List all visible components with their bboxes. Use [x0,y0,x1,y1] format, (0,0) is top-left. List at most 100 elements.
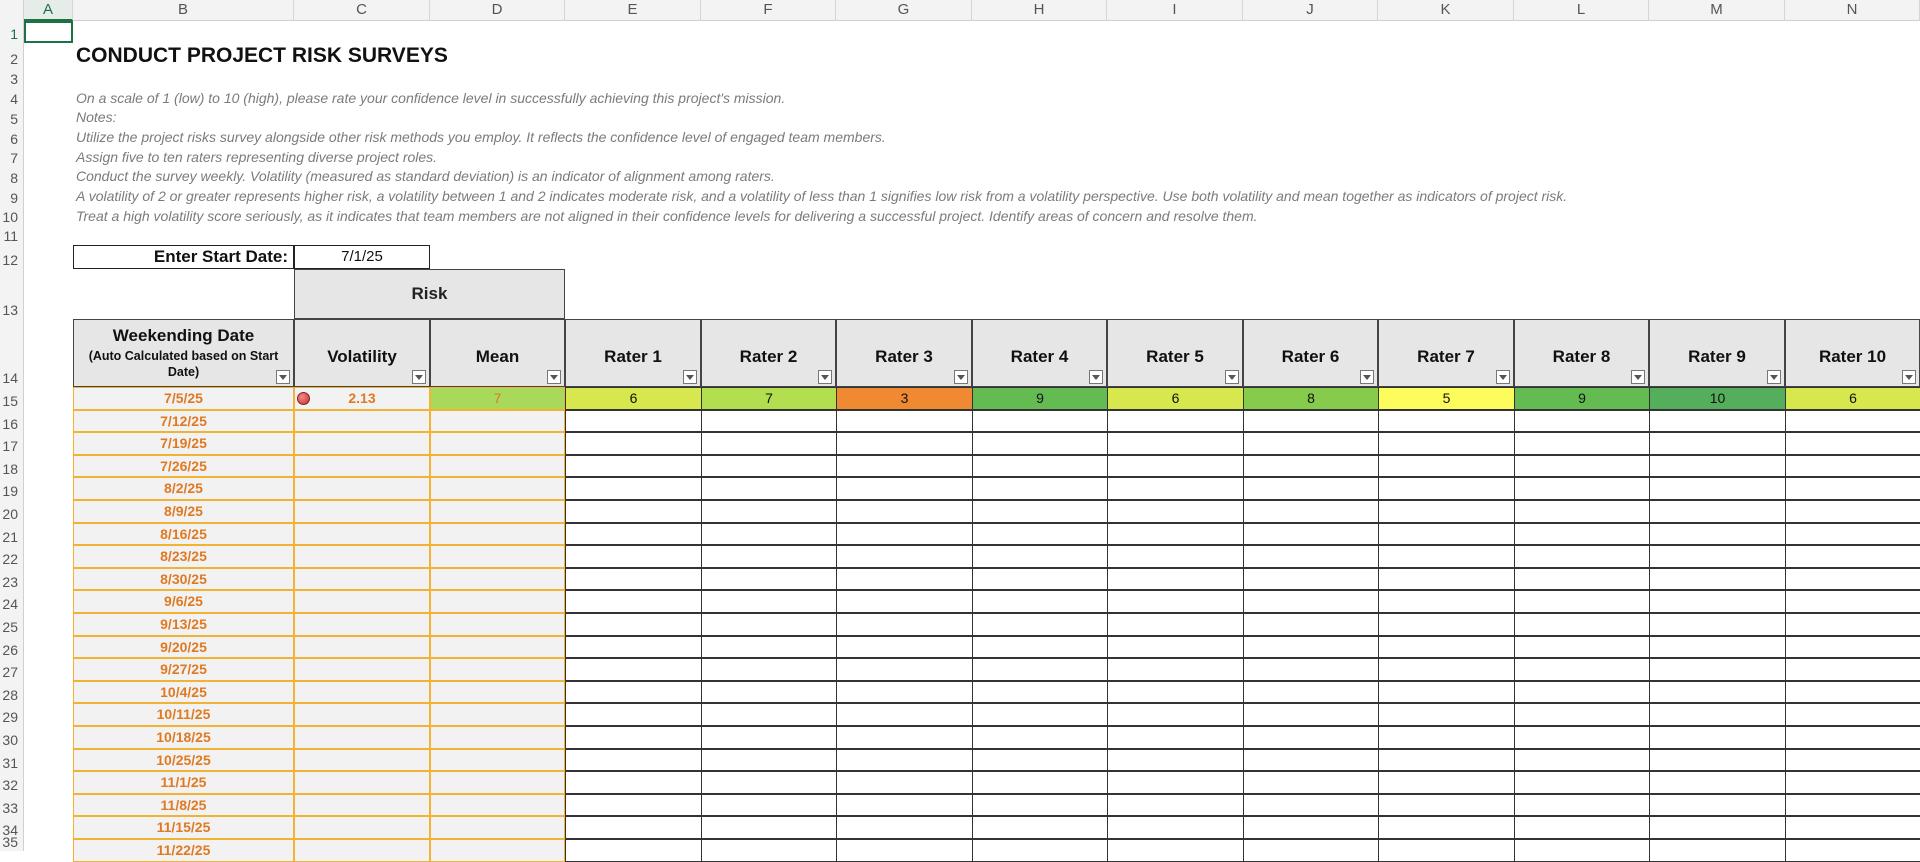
rater-7-cell[interactable] [1378,454,1515,478]
volatility-cell[interactable] [294,703,430,726]
rater-3-cell[interactable] [836,658,973,681]
rater-6-cell[interactable] [1243,680,1379,704]
rater-3-cell[interactable]: 3 [836,387,973,410]
rater-2-cell[interactable] [701,590,837,613]
weekending-date-cell[interactable]: 9/13/25 [73,613,294,636]
rater-5-cell[interactable] [1107,500,1244,523]
rater-1-cell[interactable] [565,635,702,659]
rater-9-cell[interactable] [1649,545,1786,568]
rater-10-cell[interactable] [1785,432,1920,455]
rater-3-cell[interactable] [836,477,973,500]
rater-10-cell[interactable] [1785,545,1920,568]
rater-8-cell[interactable] [1514,635,1650,659]
row-header-27[interactable]: 27 [0,663,24,681]
rater-1-cell[interactable] [565,726,702,749]
rater-9-cell[interactable] [1649,454,1786,478]
column-header-g[interactable]: G [836,0,972,21]
rater-4-cell[interactable] [972,635,1108,659]
rater-6-cell[interactable] [1243,816,1379,839]
volatility-cell[interactable] [294,726,430,749]
rater-3-header[interactable]: Rater 3 [836,319,972,387]
rater-6-cell[interactable] [1243,545,1379,568]
rater-5-cell[interactable] [1107,454,1244,478]
rater-8-cell[interactable] [1514,726,1650,749]
rater-9-cell[interactable] [1649,613,1786,636]
rater-3-cell[interactable] [836,567,973,591]
mean-cell[interactable]: 7 [430,387,565,410]
rater-9-cell[interactable] [1649,590,1786,613]
rater-5-cell[interactable] [1107,432,1244,455]
row-header-25[interactable]: 25 [0,618,24,636]
rater-2-cell[interactable] [701,839,837,862]
rater-8-cell[interactable] [1514,590,1650,613]
row-header-26[interactable]: 26 [0,641,24,659]
rater-10-cell[interactable] [1785,839,1920,862]
active-cell-a1[interactable] [24,21,73,43]
rater-3-cell[interactable] [836,409,973,433]
rater-8-cell[interactable] [1514,816,1650,839]
select-all-corner[interactable] [0,0,24,21]
rater-2-cell[interactable] [701,726,837,749]
rater-10-cell[interactable] [1785,454,1920,478]
row-header-23[interactable]: 23 [0,573,24,591]
weekending-date-cell[interactable]: 8/2/25 [73,477,294,500]
rater-1-cell[interactable]: 6 [565,387,702,410]
row-header-24[interactable]: 24 [0,595,24,613]
rater-10-cell[interactable] [1785,748,1920,772]
rater-9-cell[interactable] [1649,771,1786,794]
rater-2-cell[interactable]: 7 [701,387,837,410]
rater-5-cell[interactable] [1107,839,1244,862]
rater-6-cell[interactable] [1243,500,1379,523]
rater-7-cell[interactable] [1378,771,1515,794]
rater-6-cell[interactable] [1243,703,1379,726]
weekending-date-cell[interactable]: 9/20/25 [73,635,294,659]
rater-1-cell[interactable] [565,590,702,613]
filter-dropdown-icon[interactable] [547,370,561,384]
rater-9-cell[interactable] [1649,658,1786,681]
rater-3-cell[interactable] [836,771,973,794]
rater-10-cell[interactable] [1785,680,1920,704]
rater-1-cell[interactable] [565,658,702,681]
weekending-date-cell[interactable]: 8/9/25 [73,500,294,523]
rater-3-cell[interactable] [836,726,973,749]
column-header-h[interactable]: H [972,0,1107,21]
rater-4-cell[interactable] [972,613,1108,636]
rater-10-cell[interactable] [1785,409,1920,433]
rater-7-cell[interactable] [1378,680,1515,704]
rater-9-cell[interactable] [1649,522,1786,546]
rater-5-cell[interactable]: 6 [1107,387,1244,410]
rater-7-cell[interactable] [1378,432,1515,455]
rater-3-cell[interactable] [836,522,973,546]
filter-dropdown-icon[interactable] [1089,370,1103,384]
rater-5-cell[interactable] [1107,613,1244,636]
rater-2-cell[interactable] [701,477,837,500]
rater-5-cell[interactable] [1107,635,1244,659]
rater-10-cell[interactable] [1785,500,1920,523]
rater-3-cell[interactable] [836,703,973,726]
rater-4-cell[interactable] [972,432,1108,455]
rater-6-cell[interactable] [1243,432,1379,455]
rater-6-cell[interactable]: 8 [1243,387,1379,410]
rater-9-header[interactable]: Rater 9 [1649,319,1785,387]
rater-6-cell[interactable] [1243,793,1379,817]
rater-9-cell[interactable] [1649,816,1786,839]
rater-6-cell[interactable] [1243,454,1379,478]
rater-8-cell[interactable] [1514,748,1650,772]
rater-5-cell[interactable] [1107,522,1244,546]
mean-cell[interactable] [430,477,565,500]
row-header-2[interactable]: 2 [0,50,24,68]
mean-cell[interactable] [430,703,565,726]
row-header-21[interactable]: 21 [0,528,24,546]
column-header-c[interactable]: C [294,0,430,21]
rater-2-cell[interactable] [701,658,837,681]
rater-1-cell[interactable] [565,793,702,817]
rater-4-cell[interactable] [972,793,1108,817]
rater-5-cell[interactable] [1107,680,1244,704]
row-header-8[interactable]: 8 [0,169,24,187]
weekending-date-cell[interactable]: 10/11/25 [73,703,294,726]
volatility-cell[interactable]: 2.13 [294,387,430,410]
rater-10-cell[interactable] [1785,567,1920,591]
rater-7-cell[interactable] [1378,839,1515,862]
rater-8-cell[interactable]: 9 [1514,387,1650,410]
mean-cell[interactable] [430,432,565,455]
